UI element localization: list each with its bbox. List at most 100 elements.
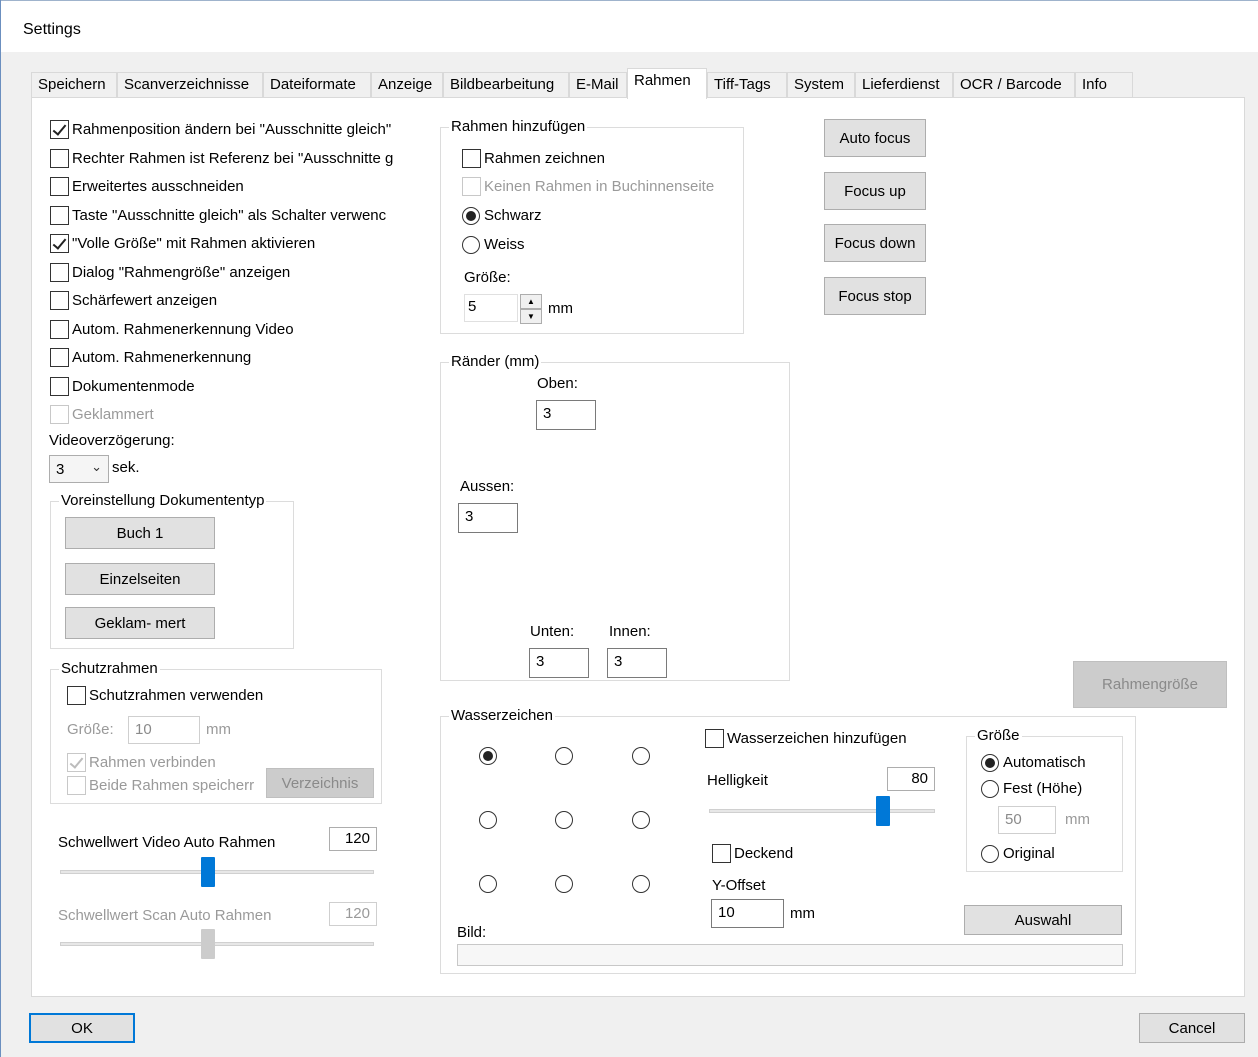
window-title: Settings — [23, 21, 81, 38]
video-delay-select[interactable]: 3 ⌄ — [49, 455, 109, 483]
cancel-button[interactable]: Cancel — [1139, 1013, 1245, 1043]
tab-anzeige[interactable]: Anzeige — [371, 72, 443, 98]
schutzrahmen-title: Schutzrahmen — [59, 660, 160, 677]
watermark-select-button[interactable]: Auswahl — [964, 905, 1122, 935]
frame-color-black-radio[interactable] — [462, 207, 480, 225]
tab-scanverzeichnisse[interactable]: Scanverzeichnisse — [117, 72, 263, 98]
watermark-size-fixed-input: 50 — [998, 806, 1056, 834]
watermark-image-label: Bild: — [457, 924, 487, 941]
option-checkbox-2[interactable] — [50, 177, 69, 196]
watermark-size-title: Größe — [975, 727, 1022, 744]
threshold-video-value: 120 — [329, 827, 377, 851]
margin-outer-input[interactable]: 3 — [458, 503, 518, 533]
auto-focus-button[interactable]: Auto focus — [824, 119, 926, 157]
watermark-pos-middle-center-radio[interactable] — [555, 811, 573, 829]
doc-type-geklammert-button[interactable]: Geklam- mert — [65, 607, 215, 639]
title-bar[interactable]: Settings — [1, 0, 1258, 52]
option-checkbox-5[interactable] — [50, 263, 69, 282]
watermark-size-auto-label: Automatisch — [1003, 754, 1086, 771]
threshold-scan-slider — [200, 929, 215, 959]
watermark-size-fixed-radio[interactable] — [981, 780, 999, 798]
tab-email[interactable]: E-Mail — [569, 72, 627, 98]
video-delay-value: 3 — [56, 461, 65, 478]
tab-rahmen[interactable]: Rahmen — [627, 68, 707, 99]
margin-outer-label: Aussen: — [460, 478, 515, 495]
watermark-pos-top-right-radio[interactable] — [632, 747, 650, 765]
threshold-video-slider[interactable] — [200, 857, 215, 887]
margin-inner-input[interactable]: 3 — [607, 648, 667, 678]
watermark-image-path — [457, 944, 1123, 966]
threshold-scan-label: Schwellwert Scan Auto Rahmen — [58, 907, 272, 924]
watermark-yoffset-label: Y-Offset — [712, 877, 766, 894]
tab-system[interactable]: System — [787, 72, 855, 98]
option-checkbox-9[interactable] — [50, 377, 69, 396]
tab-speichern[interactable]: Speichern — [31, 72, 117, 98]
watermark-pos-bottom-right-radio[interactable] — [632, 875, 650, 893]
frame-no-inner-checkbox — [462, 177, 481, 196]
video-delay-unit: sek. — [112, 459, 140, 476]
option-checkbox-7[interactable] — [50, 320, 69, 339]
spin-up-icon[interactable]: ▲ — [520, 294, 542, 309]
tab-info[interactable]: Info — [1075, 72, 1133, 98]
option-checkbox-1[interactable] — [50, 149, 69, 168]
frame-draw-checkbox[interactable] — [462, 149, 481, 168]
frame-size-label: Größe: — [464, 269, 511, 286]
option-checkbox-4[interactable] — [50, 234, 69, 253]
watermark-pos-top-left-radio[interactable] — [479, 747, 497, 765]
margin-inner-label: Innen: — [609, 623, 651, 640]
tab-lieferdienst[interactable]: Lieferdienst — [855, 72, 953, 98]
option-checkbox-0[interactable] — [50, 120, 69, 139]
schutzrahmen-save-both-label: Beide Rahmen speicherr — [89, 777, 255, 794]
margin-bottom-label: Unten: — [530, 623, 575, 640]
frame-draw-label: Rahmen zeichnen — [484, 150, 605, 167]
watermark-brightness-slider[interactable] — [876, 796, 891, 826]
watermark-pos-bottom-center-radio[interactable] — [555, 875, 573, 893]
schutzrahmen-use-checkbox[interactable] — [67, 686, 86, 705]
watermark-opaque-checkbox[interactable] — [712, 844, 731, 863]
option-label-10: Geklammert — [72, 406, 154, 423]
schutzrahmen-use-label: Schutzrahmen verwenden — [89, 687, 264, 704]
focus-up-button[interactable]: Focus up — [824, 172, 926, 210]
spin-down-icon[interactable]: ▼ — [520, 309, 542, 324]
frame-size-spinner[interactable]: ▲ ▼ — [520, 294, 542, 324]
margin-bottom-input[interactable]: 3 — [529, 648, 589, 678]
tab-dateiformate[interactable]: Dateiformate — [263, 72, 371, 98]
watermark-pos-middle-left-radio[interactable] — [479, 811, 497, 829]
option-checkbox-8[interactable] — [50, 348, 69, 367]
schutzrahmen-connect-checkbox — [67, 753, 86, 772]
option-label-4: "Volle Größe" mit Rahmen aktivieren — [72, 235, 316, 252]
tab-ocr-barcode[interactable]: OCR / Barcode — [953, 72, 1075, 98]
margin-top-input[interactable]: 3 — [536, 400, 596, 430]
frame-color-white-radio[interactable] — [462, 236, 480, 254]
watermark-size-auto-radio[interactable] — [981, 754, 999, 772]
schutzrahmen-connect-label: Rahmen verbinden — [89, 754, 216, 771]
schutzrahmen-size-input: 10 — [128, 716, 200, 744]
doc-type-buch-button[interactable]: Buch 1 — [65, 517, 215, 549]
ok-button[interactable]: OK — [29, 1013, 135, 1043]
watermark-size-original-radio[interactable] — [981, 845, 999, 863]
doc-type-einzelseiten-button[interactable]: Einzelseiten — [65, 563, 215, 595]
tab-tiff-tags[interactable]: Tiff-Tags — [707, 72, 787, 98]
watermark-size-fixed-unit: mm — [1065, 811, 1090, 828]
watermark-add-checkbox[interactable] — [705, 729, 724, 748]
watermark-yoffset-unit: mm — [790, 905, 815, 922]
option-label-6: Schärfewert anzeigen — [72, 292, 218, 309]
frame-color-black-label: Schwarz — [484, 207, 542, 224]
option-checkbox-6[interactable] — [50, 291, 69, 310]
video-delay-label: Videoverzögerung: — [49, 432, 175, 449]
option-checkbox-3[interactable] — [50, 206, 69, 225]
focus-stop-button[interactable]: Focus stop — [824, 277, 926, 315]
threshold-video-label: Schwellwert Video Auto Rahmen — [58, 834, 276, 851]
margins-title: Ränder (mm) — [449, 353, 542, 370]
frame-size-unit: mm — [548, 300, 573, 317]
watermark-brightness-track — [709, 809, 935, 813]
tab-bildbearbeitung[interactable]: Bildbearbeitung — [443, 72, 569, 98]
watermark-pos-bottom-left-radio[interactable] — [479, 875, 497, 893]
watermark-pos-top-center-radio[interactable] — [555, 747, 573, 765]
watermark-yoffset-input[interactable]: 10 — [711, 899, 784, 928]
frame-size-input[interactable]: 5 — [464, 294, 518, 322]
watermark-pos-middle-right-radio[interactable] — [632, 811, 650, 829]
schutzrahmen-size-label: Größe: — [67, 721, 114, 738]
focus-down-button[interactable]: Focus down — [824, 224, 926, 262]
watermark-opaque-label: Deckend — [734, 845, 794, 862]
